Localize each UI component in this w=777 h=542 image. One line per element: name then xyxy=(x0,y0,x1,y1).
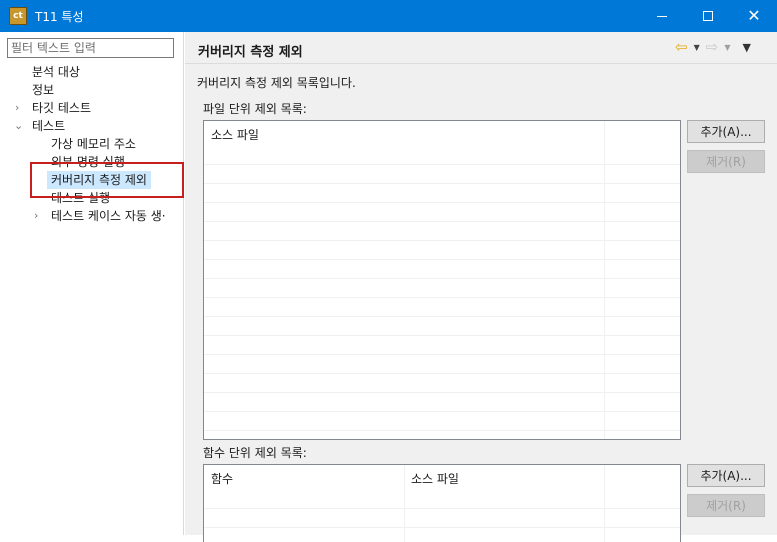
close-button[interactable]: ✕ xyxy=(731,0,777,32)
maximize-icon xyxy=(703,11,713,21)
function-add-button[interactable]: 추가(A)... xyxy=(687,464,765,487)
expand-chevron-icon[interactable]: › xyxy=(15,99,19,117)
table-row xyxy=(204,412,680,431)
title-bar: ct T11 특성 ✕ xyxy=(0,0,777,32)
table-row xyxy=(204,355,680,374)
file-add-button[interactable]: 추가(A)... xyxy=(687,120,765,143)
table-row xyxy=(204,203,680,222)
table-row xyxy=(204,184,680,203)
sidebar-item-analysis-target[interactable]: 분석 대상 xyxy=(32,63,80,81)
maximize-button[interactable] xyxy=(685,0,731,32)
file-exclusion-label: 파일 단위 제외 목록: xyxy=(203,102,307,116)
highlight-annotation-box xyxy=(30,162,184,198)
file-remove-button[interactable]: 제거(R) xyxy=(687,150,765,173)
back-dropdown-icon[interactable]: ▼ xyxy=(694,43,700,52)
forward-dropdown-icon[interactable]: ▼ xyxy=(724,43,730,52)
table-row xyxy=(204,509,680,528)
view-menu-icon[interactable]: ▼ xyxy=(742,41,750,54)
close-icon: ✕ xyxy=(747,6,761,25)
app-icon: ct xyxy=(9,7,27,25)
file-exclusion-table[interactable]: 소스 파일 xyxy=(203,120,681,440)
column-separator xyxy=(604,121,605,439)
sidebar-item-test-case-autogen[interactable]: 테스트 케이스 자동 생· xyxy=(51,207,173,225)
expand-chevron-icon[interactable]: › xyxy=(34,207,38,225)
table-row xyxy=(204,490,680,509)
table-header: 소스 파일 xyxy=(204,121,680,146)
sidebar-item-info[interactable]: 정보 xyxy=(32,81,54,99)
page-description: 커버리지 측정 제외 목록입니다. xyxy=(197,76,356,90)
table-row xyxy=(204,317,680,336)
table-header: 함수 소스 파일 xyxy=(204,465,680,490)
sidebar-item-virtual-memory-address[interactable]: 가상 메모리 주소 xyxy=(51,135,136,153)
column-header-function[interactable]: 함수 xyxy=(211,470,233,487)
navigation-controls: ⇦ ▼ ⇨ ▼ ▼ xyxy=(675,40,751,55)
minimize-icon xyxy=(657,15,667,17)
table-row xyxy=(204,374,680,393)
filter-input[interactable] xyxy=(7,38,174,58)
function-remove-button[interactable]: 제거(R) xyxy=(687,494,765,517)
table-row xyxy=(204,336,680,355)
function-exclusion-table[interactable]: 함수 소스 파일 xyxy=(203,464,681,542)
table-row xyxy=(204,241,680,260)
back-arrow-icon[interactable]: ⇦ xyxy=(675,40,688,55)
window-title: T11 특성 xyxy=(35,9,84,24)
main-panel: 커버리지 측정 제외 ⇦ ▼ ⇨ ▼ ▼ 커버리지 측정 제외 목록입니다. 파… xyxy=(185,32,777,542)
table-row xyxy=(204,165,680,184)
page-header: 커버리지 측정 제외 ⇦ ▼ ⇨ ▼ ▼ xyxy=(185,32,777,64)
minimize-button[interactable] xyxy=(639,0,685,32)
table-row xyxy=(204,222,680,241)
sidebar-item-target-test[interactable]: 타깃 테스트 xyxy=(32,99,91,117)
column-header-source-file[interactable]: 소스 파일 xyxy=(411,470,459,487)
sidebar: 분석 대상 정보 › 타깃 테스트 ⌄ 테스트 가상 메모리 주소 외부 명령 … xyxy=(0,32,184,535)
sidebar-item-test[interactable]: 테스트 xyxy=(32,117,65,135)
table-row xyxy=(204,279,680,298)
table-row xyxy=(204,298,680,317)
table-row xyxy=(204,431,680,439)
table-row xyxy=(204,146,680,165)
page-title: 커버리지 측정 제외 xyxy=(198,45,303,60)
table-row xyxy=(204,260,680,279)
forward-arrow-icon[interactable]: ⇨ xyxy=(706,40,719,55)
collapse-chevron-icon[interactable]: ⌄ xyxy=(14,117,23,135)
table-row xyxy=(204,393,680,412)
column-header-source-file[interactable]: 소스 파일 xyxy=(211,126,259,143)
function-exclusion-label: 함수 단위 제외 목록: xyxy=(203,446,307,460)
